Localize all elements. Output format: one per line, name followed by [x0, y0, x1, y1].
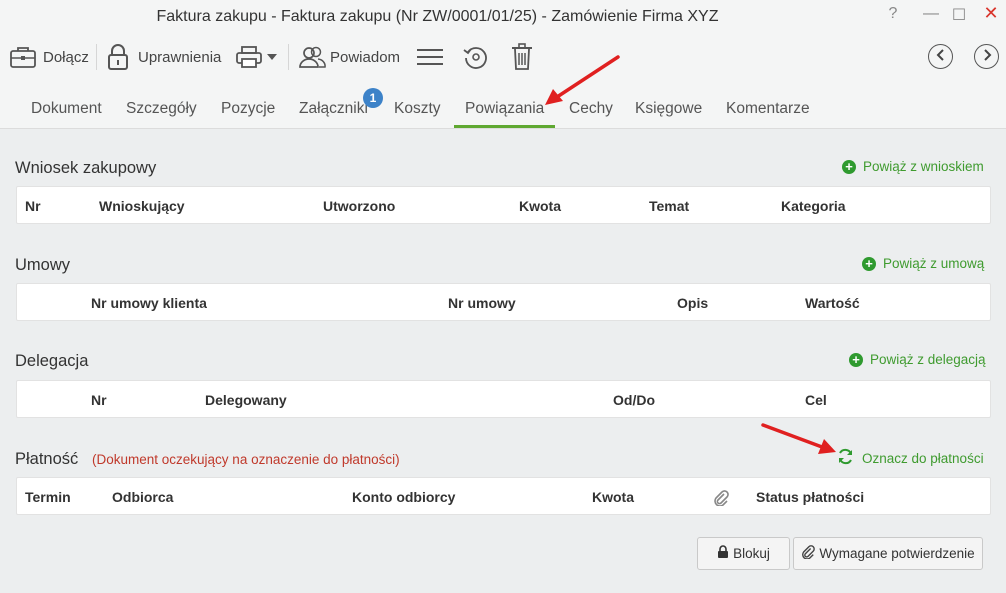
contracts-section-title: Umowy: [15, 256, 71, 274]
help-button[interactable]: ?: [882, 5, 904, 23]
lock-icon: [717, 545, 733, 562]
payment-status-note: (Dokument oczekujący na oznaczenie do pł…: [92, 452, 400, 467]
active-tab-indicator: [454, 125, 555, 128]
link-request-label: Powiąż z wnioskiem: [863, 159, 984, 174]
column-header[interactable]: Status płatności: [756, 489, 864, 505]
required-confirmation-label: Wymagane potwierdzenie: [819, 546, 975, 561]
refresh-icon: [837, 448, 854, 468]
tab-koszty[interactable]: Koszty: [394, 100, 441, 118]
paperclip-icon: [713, 490, 729, 511]
link-request-button[interactable]: + Powiąż z wnioskiem: [842, 159, 984, 174]
column-header[interactable]: Od/Do: [613, 392, 655, 408]
column-header[interactable]: Opis: [677, 295, 708, 311]
plus-circle-icon: +: [842, 159, 856, 174]
permissions-label: Uprawnienia: [138, 48, 222, 66]
requests-table-header: Nr Wnioskujący Utworzono Kwota Temat Kat…: [16, 186, 991, 224]
tab-powiazania[interactable]: Powiązania: [465, 100, 544, 118]
contracts-table-header: Nr umowy klienta Nr umowy Opis Wartość: [16, 283, 991, 321]
column-header[interactable]: Cel: [805, 392, 827, 408]
column-header[interactable]: Odbiorca: [112, 489, 173, 505]
column-header[interactable]: Kategoria: [781, 198, 846, 214]
tab-szczegoly[interactable]: Szczegóły: [126, 100, 197, 118]
column-header[interactable]: Kwota: [519, 198, 561, 214]
delegation-table-header: Nr Delegowany Od/Do Cel: [16, 380, 991, 418]
people-icon: [298, 45, 326, 69]
printer-icon: [235, 44, 263, 70]
print-button[interactable]: [235, 42, 277, 72]
attach-button[interactable]: Dołącz: [9, 42, 89, 72]
link-contract-label: Powiąż z umową: [883, 256, 985, 271]
plus-circle-icon: +: [849, 352, 863, 367]
column-header[interactable]: Nr: [91, 392, 107, 408]
required-confirmation-button[interactable]: Wymagane potwierdzenie: [793, 537, 983, 570]
toolbar-divider: [96, 44, 97, 70]
attach-label: Dołącz: [43, 48, 89, 66]
delete-button[interactable]: [511, 42, 533, 72]
plus-circle-icon: +: [862, 256, 876, 271]
column-header[interactable]: Delegowany: [205, 392, 287, 408]
tab-dokument[interactable]: Dokument: [31, 100, 102, 118]
minimize-button[interactable]: —: [920, 5, 942, 23]
notify-label: Powiadom: [330, 48, 401, 66]
tab-pozycje[interactable]: Pozycje: [221, 100, 275, 118]
column-header[interactable]: Wartość: [805, 295, 860, 311]
prev-record-button[interactable]: [928, 44, 953, 69]
lock-icon: [107, 43, 129, 71]
requests-section-title: Wniosek zakupowy: [15, 159, 157, 177]
column-header[interactable]: Utworzono: [323, 198, 395, 214]
briefcase-icon: [9, 44, 37, 70]
column-header[interactable]: Kwota: [592, 489, 634, 505]
link-delegation-label: Powiąż z delegacją: [870, 352, 986, 367]
attachments-count-badge: 1: [363, 88, 383, 108]
maximize-button[interactable]: ☐: [948, 5, 970, 25]
column-header[interactable]: Nr: [25, 198, 41, 214]
chevron-right-icon: [982, 48, 992, 66]
history-button[interactable]: [463, 42, 489, 72]
paperclip-icon: [801, 545, 819, 562]
link-delegation-button[interactable]: + Powiąż z delegacją: [849, 352, 986, 367]
tab-ksiegowe[interactable]: Księgowe: [635, 100, 702, 118]
chevron-left-icon: [936, 48, 946, 66]
payment-section-title: Płatność: [15, 450, 79, 468]
toolbar-divider: [288, 44, 289, 70]
tab-zalaczniki[interactable]: Załączniki: [299, 100, 368, 118]
menu-button[interactable]: [416, 42, 444, 72]
tab-komentarze[interactable]: Komentarze: [726, 100, 810, 118]
link-contract-button[interactable]: + Powiąż z umową: [862, 256, 984, 271]
mark-for-payment-button[interactable]: Oznacz do płatności: [837, 448, 984, 468]
trash-icon: [511, 43, 533, 71]
notify-button[interactable]: Powiadom: [298, 42, 400, 72]
permissions-button[interactable]: Uprawnienia: [107, 42, 221, 72]
column-header[interactable]: Temat: [649, 198, 689, 214]
window-title: Faktura zakupu - Faktura zakupu (Nr ZW/0…: [156, 8, 719, 25]
history-icon: [463, 44, 489, 70]
block-button[interactable]: Blokuj: [697, 537, 790, 570]
payment-table-header: Termin Odbiorca Konto odbiorcy Kwota Sta…: [16, 477, 991, 515]
next-record-button[interactable]: [974, 44, 999, 69]
tab-cechy[interactable]: Cechy: [569, 100, 613, 118]
mark-for-payment-label: Oznacz do płatności: [862, 450, 984, 466]
chevron-down-icon[interactable]: [267, 53, 277, 61]
relations-panel: Wniosek zakupowy + Powiąż z wnioskiem Nr…: [0, 130, 1006, 593]
column-header[interactable]: Nr umowy klienta: [91, 295, 207, 311]
menu-icon: [416, 46, 444, 68]
tab-bar: Dokument Szczegóły Pozycje Załączniki 1 …: [0, 80, 1006, 129]
column-header[interactable]: Termin: [25, 489, 71, 505]
block-button-label: Blokuj: [733, 546, 770, 561]
column-header[interactable]: Wnioskujący: [99, 198, 185, 214]
delegation-section-title: Delegacja: [15, 352, 89, 370]
title-bar: Faktura zakupu - Faktura zakupu (Nr ZW/0…: [0, 0, 1006, 34]
toolbar: Dołącz Uprawnienia Powiadom: [0, 34, 1006, 80]
close-button[interactable]: ✕: [980, 3, 1002, 24]
column-header[interactable]: Konto odbiorcy: [352, 489, 455, 505]
column-header[interactable]: Nr umowy: [448, 295, 516, 311]
